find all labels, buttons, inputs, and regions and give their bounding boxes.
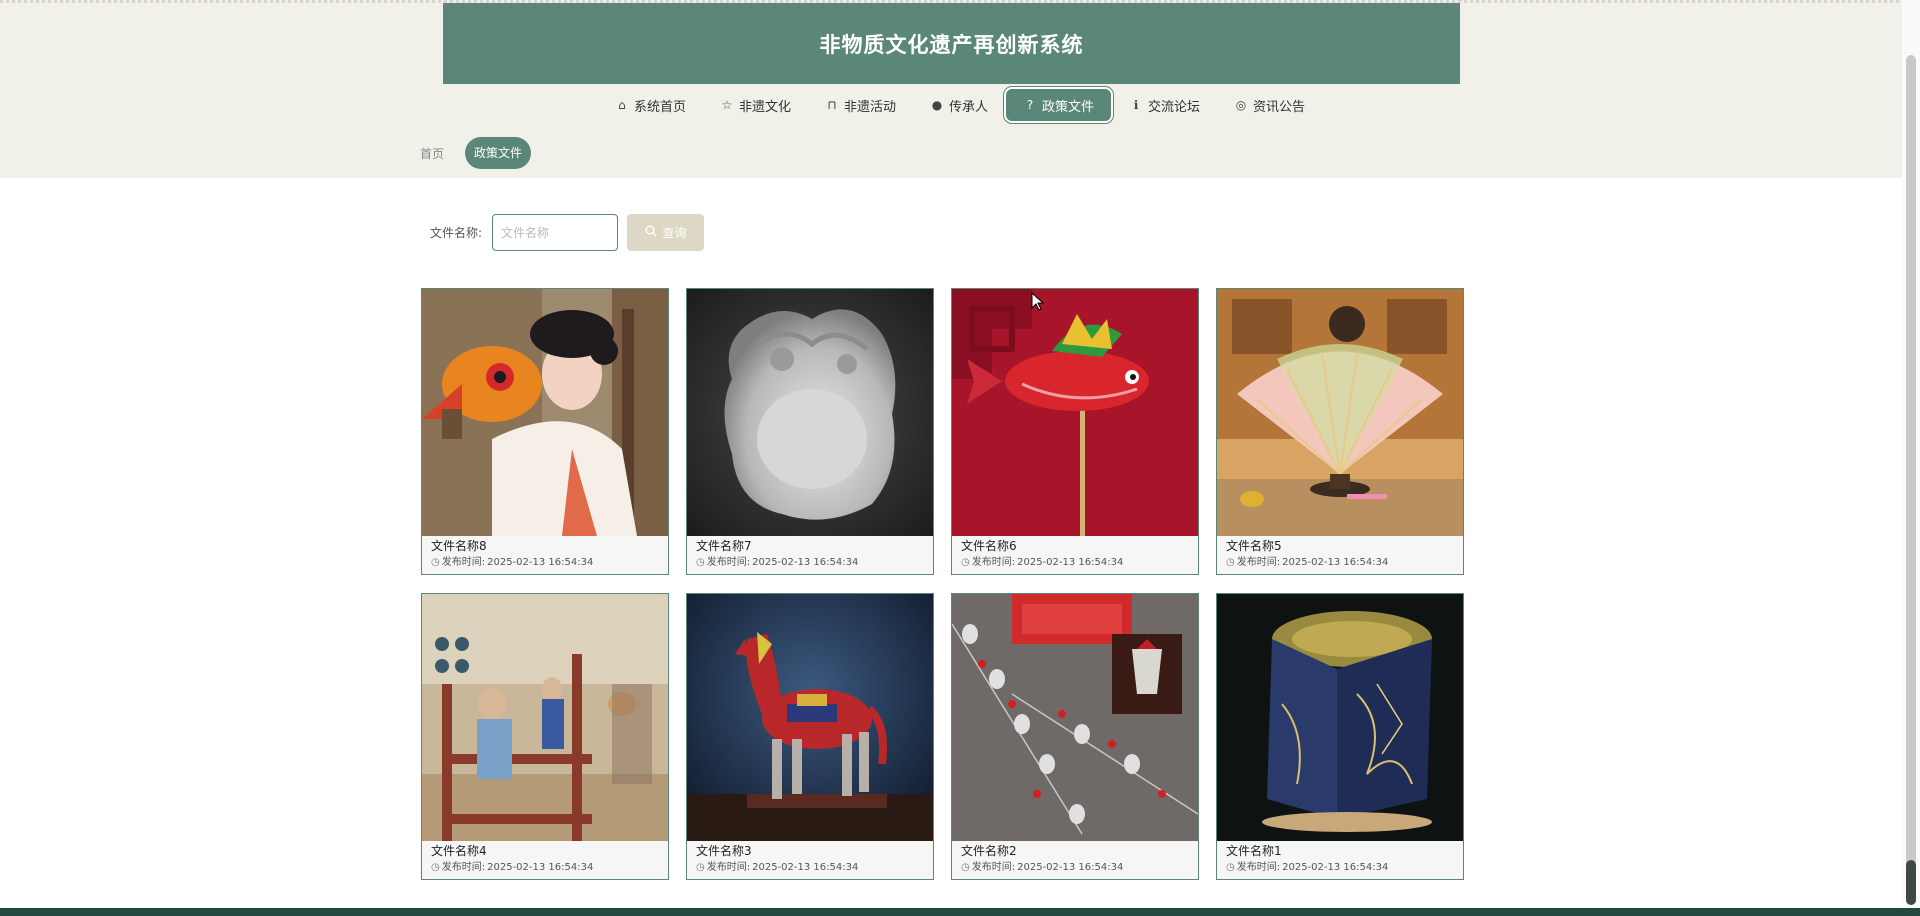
- card-title: 文件名称6: [961, 539, 1017, 553]
- clock-icon: ◷: [1226, 862, 1235, 873]
- site-title: 非物质文化遗产再创新系统: [819, 32, 1084, 57]
- clock-icon: ◷: [696, 557, 705, 568]
- card-time: ◷ 发布时间: 2025-02-13 16:54:34: [422, 554, 668, 570]
- nav-item-label: 系统首页: [633, 99, 686, 115]
- card-title: 文件名称3: [696, 844, 752, 858]
- card-time: ◷ 发布时间: 2025-02-13 16:54:34: [1217, 554, 1463, 570]
- time-value: 2025-02-13 16:54:34: [487, 557, 594, 568]
- card-image-loom-workshop[interactable]: [422, 594, 668, 841]
- scrollbar-thumb[interactable]: [1906, 55, 1916, 905]
- breadcrumb-current: 政策文件: [465, 137, 532, 169]
- nav-item-label: 政策文件: [1042, 99, 1095, 115]
- nav-item-culture[interactable]: ☆ 非遗文化: [704, 89, 807, 121]
- clock-icon: ◷: [431, 862, 440, 873]
- card-title: 文件名称1: [1226, 844, 1282, 858]
- search-bar: 文件名称: 查询: [430, 214, 705, 251]
- card-title: 文件名称4: [431, 844, 487, 858]
- time-value: 2025-02-13 16:54:34: [487, 862, 594, 873]
- search-label: 文件名称:: [430, 226, 483, 240]
- card-title: 文件名称5: [1226, 539, 1282, 553]
- nav-item-label: 资讯公告: [1253, 99, 1306, 115]
- nav-item-activities[interactable]: ⊓ 非遗活动: [809, 89, 912, 121]
- search-icon: [645, 225, 657, 240]
- file-card[interactable]: 文件名称8 ◷ 发布时间: 2025-02-13 16:54:34: [421, 288, 669, 575]
- mouse-cursor-icon: [1031, 291, 1045, 316]
- card-title: 文件名称8: [431, 539, 487, 553]
- file-name-input[interactable]: [492, 214, 619, 251]
- site-title-bar: 非物质文化遗产再创新系统: [443, 3, 1460, 84]
- card-time: ◷ 发布时间: 2025-02-13 16:54:34: [687, 554, 933, 570]
- breadcrumb: 首页 政策文件: [413, 137, 532, 169]
- file-card[interactable]: 文件名称6 ◷ 发布时间: 2025-02-13 16:54:34: [951, 288, 1199, 575]
- info-icon: ●: [931, 98, 943, 112]
- time-value: 2025-02-13 16:54:34: [1282, 862, 1389, 873]
- clock-icon: ◷: [961, 862, 970, 873]
- time-label: 发布时间:: [441, 557, 486, 568]
- card-image-woman-fish-lantern[interactable]: [422, 289, 668, 536]
- file-card[interactable]: 文件名称5 ◷ 发布时间: 2025-02-13 16:54:34: [1216, 288, 1464, 575]
- time-label: 发布时间:: [1236, 557, 1281, 568]
- card-image-folding-fan[interactable]: [1217, 289, 1463, 536]
- nav-item-policy[interactable]: ? 政策文件: [1006, 89, 1112, 121]
- file-card[interactable]: 文件名称2 ◷ 发布时间: 2025-02-13 16:54:34: [951, 593, 1199, 880]
- info-circle-icon: ℹ: [1133, 98, 1139, 112]
- clock-icon: ◷: [961, 557, 970, 568]
- clock-icon: ◷: [1226, 557, 1235, 568]
- card-time: ◷ 发布时间: 2025-02-13 16:54:34: [952, 859, 1198, 875]
- time-value: 2025-02-13 16:54:34: [1282, 557, 1389, 568]
- card-title: 文件名称2: [961, 844, 1017, 858]
- scrollbar-thumb-end[interactable]: [1906, 860, 1916, 905]
- time-value: 2025-02-13 16:54:34: [752, 557, 859, 568]
- card-time: ◷ 发布时间: 2025-02-13 16:54:34: [1217, 859, 1463, 875]
- nav-item-home[interactable]: ⌂ 系统首页: [599, 89, 702, 121]
- time-label: 发布时间:: [441, 862, 486, 873]
- file-card[interactable]: 文件名称3 ◷ 发布时间: 2025-02-13 16:54:34: [686, 593, 934, 880]
- card-image-opera-mask-ornaments[interactable]: [952, 594, 1198, 841]
- nav-item-label: 非遗活动: [843, 99, 896, 115]
- globe-icon: ◎: [1235, 98, 1247, 112]
- file-card[interactable]: 文件名称4 ◷ 发布时间: 2025-02-13 16:54:34: [421, 593, 669, 880]
- time-value: 2025-02-13 16:54:34: [1017, 557, 1124, 568]
- card-time: ◷ 发布时间: 2025-02-13 16:54:34: [952, 554, 1198, 570]
- card-image-tang-horse[interactable]: [687, 594, 933, 841]
- search-button[interactable]: 查询: [627, 214, 705, 251]
- file-card[interactable]: 文件名称7 ◷ 发布时间: 2025-02-13 16:54:34: [686, 288, 934, 575]
- main-nav: ⌂ 系统首页 ☆ 非遗文化 ⊓ 非遗活动 ● 传承人 ? 政策文件 ℹ 交流论坛…: [0, 87, 1920, 123]
- nav-item-forum[interactable]: ℹ 交流论坛: [1113, 89, 1216, 121]
- bag-icon: ⊓: [827, 98, 837, 112]
- question-icon: ?: [1026, 98, 1034, 112]
- breadcrumb-home[interactable]: 首页: [413, 145, 451, 162]
- time-label: 发布时间:: [971, 862, 1016, 873]
- card-image-red-fish-lantern[interactable]: [952, 289, 1198, 536]
- time-label: 发布时间:: [706, 557, 751, 568]
- star-icon: ☆: [721, 98, 733, 112]
- time-label: 发布时间:: [971, 557, 1016, 568]
- nav-item-label: 交流论坛: [1148, 99, 1201, 115]
- time-label: 发布时间:: [706, 862, 751, 873]
- nav-item-news[interactable]: ◎ 资讯公告: [1218, 89, 1321, 121]
- card-image-paper-lamp[interactable]: [1217, 594, 1463, 841]
- nav-item-inheritors[interactable]: ● 传承人: [914, 89, 1004, 121]
- nav-item-label: 传承人: [948, 99, 988, 115]
- footer-bar: [0, 908, 1920, 916]
- time-value: 2025-02-13 16:54:34: [1017, 862, 1124, 873]
- clock-icon: ◷: [431, 557, 440, 568]
- time-value: 2025-02-13 16:54:34: [752, 862, 859, 873]
- card-title: 文件名称7: [696, 539, 752, 553]
- time-label: 发布时间:: [1236, 862, 1281, 873]
- card-time: ◷ 发布时间: 2025-02-13 16:54:34: [422, 859, 668, 875]
- card-time: ◷ 发布时间: 2025-02-13 16:54:34: [687, 859, 933, 875]
- file-card-grid: 文件名称8 ◷ 发布时间: 2025-02-13 16:54:34 文件名称7 …: [421, 288, 1464, 880]
- card-image-jade-plaque[interactable]: [687, 289, 933, 536]
- nav-item-label: 非遗文化: [738, 99, 791, 115]
- clock-icon: ◷: [696, 862, 705, 873]
- home-icon: ⌂: [618, 98, 626, 112]
- search-button-label: 查询: [662, 226, 687, 240]
- file-card[interactable]: 文件名称1 ◷ 发布时间: 2025-02-13 16:54:34: [1216, 593, 1464, 880]
